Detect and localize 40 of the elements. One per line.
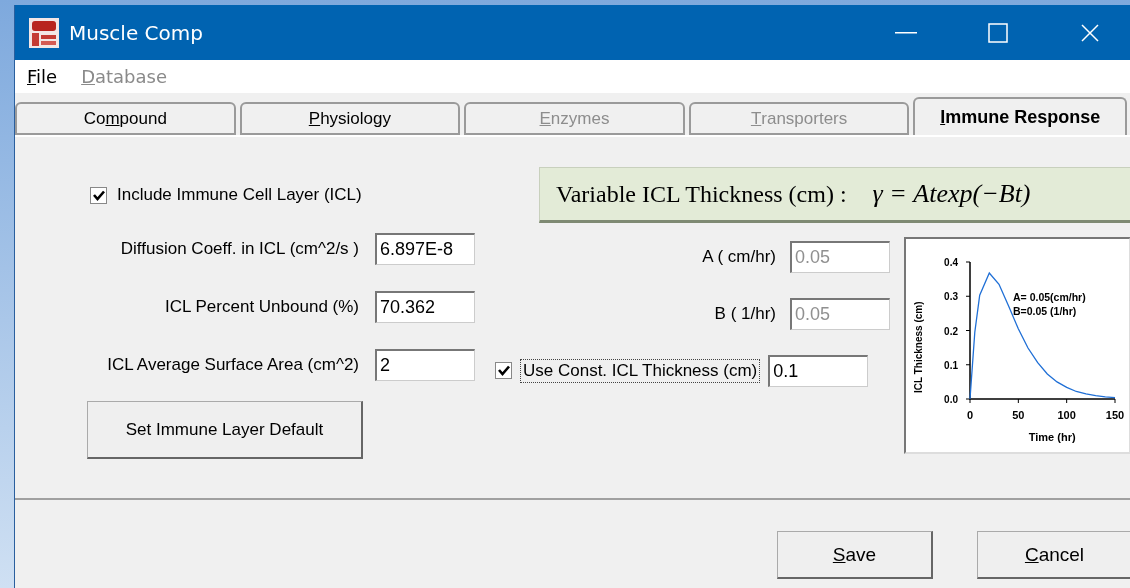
- y-tick-label: 0.1: [944, 359, 958, 371]
- maximize-icon: [988, 22, 1008, 43]
- close-icon: [1080, 22, 1100, 43]
- field-label: ICL Percent Unbound (%): [164, 297, 359, 317]
- field-label: A ( cm/hr): [702, 246, 776, 267]
- y-tick-label: 0.3: [944, 291, 958, 303]
- checkbox-label: Use Const. ICL Thickness (cm): [520, 358, 761, 383]
- tab[interactable]: Physiology: [239, 102, 461, 135]
- y-tick-label: 0.0: [944, 394, 958, 405]
- field-label: Diffusion Coeff. in ICL (cm^2/s ): [120, 239, 359, 259]
- dialog-button[interactable]: Cancel: [977, 531, 1130, 579]
- field-label: B ( 1/hr): [714, 303, 776, 324]
- x-tick-label: 150: [1105, 409, 1125, 421]
- y-tick-label: 0.4: [944, 257, 958, 268]
- x-tick-label: 0: [966, 409, 974, 421]
- x-tick-label: 50: [1012, 409, 1025, 421]
- input-field[interactable]: 0.1: [768, 354, 869, 387]
- app-icon: [29, 17, 59, 48]
- x-axis-title: Time (hr): [1028, 431, 1076, 443]
- input-field[interactable]: 70.362: [375, 291, 475, 323]
- default-button[interactable]: Set Immune Layer Default: [87, 401, 363, 459]
- chart-annotation: B=0.05 (1/hr): [1013, 305, 1077, 317]
- menu-item[interactable]: File: [27, 66, 58, 87]
- field-label: ICL Average Surface Area (cm^2): [107, 355, 359, 375]
- checkbox[interactable]: [495, 362, 512, 379]
- checkbox-label: Include Immune Cell Layer (ICL): [117, 185, 362, 205]
- tab[interactable]: Immune Response: [913, 97, 1127, 135]
- input-field[interactable]: 2: [375, 349, 475, 381]
- chart-annotation: A= 0.05(cm/hr): [1013, 291, 1086, 303]
- y-tick-label: 0.2: [944, 325, 958, 337]
- x-tick-label: 100: [1057, 409, 1076, 421]
- formula-equation: γ = Atexp(−Bt): [872, 179, 1031, 209]
- dialog-button[interactable]: Save: [777, 531, 933, 579]
- y-axis-title: ICL Thickness (cm): [913, 301, 924, 393]
- tab[interactable]: Compound: [15, 102, 236, 135]
- minimize-icon: [895, 31, 917, 34]
- checkbox[interactable]: [90, 186, 107, 204]
- input-field[interactable]: 6.897E-8: [375, 233, 475, 265]
- formula-caption: Variable ICL Thickness (cm) :: [556, 180, 847, 208]
- window-title: Muscle Comp: [69, 20, 204, 45]
